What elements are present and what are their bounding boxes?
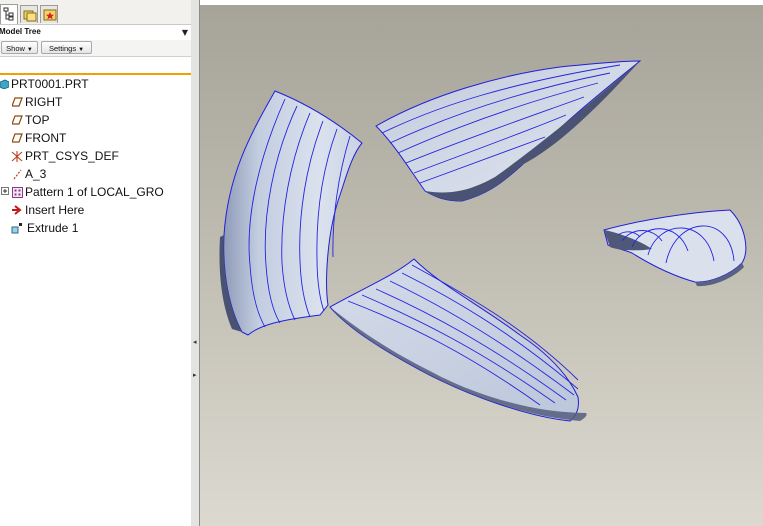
tree-item-label: PRT_CSYS_DEF <box>25 149 119 163</box>
header-dropdown-icon[interactable]: ▼ <box>182 28 188 37</box>
model-geometry <box>219 60 747 422</box>
tree-item-extrude[interactable]: Extrude 1 <box>0 219 191 237</box>
datum-plane-icon <box>12 97 23 107</box>
tree-filter-row <box>0 57 191 73</box>
navigator-tabs <box>0 0 191 25</box>
tree-item-label: Extrude 1 <box>27 221 79 235</box>
blade-top <box>375 60 642 202</box>
model-tree-title: Model Tree <box>0 27 41 36</box>
tree-icon <box>3 7 14 21</box>
chevron-down-icon: ▼ <box>26 47 33 53</box>
tree-item-top[interactable]: TOP <box>0 111 191 129</box>
model-tree-panel: Model Tree ▼ Show ▼ Settings ▼ PRT0001.PRT… <box>0 0 192 526</box>
datum-plane-icon <box>12 115 23 125</box>
model-tree-header: Model Tree ▼ <box>0 25 191 40</box>
tree-item-front[interactable]: FRONT <box>0 129 191 147</box>
tree-item-label: PRT0001.PRT <box>11 77 89 91</box>
model-tree: PRT0001.PRT RIGHT TOP FRONT PRT_CSYS_DEF <box>0 75 191 237</box>
tree-item-right[interactable]: RIGHT <box>0 93 191 111</box>
favorites-icon <box>43 9 57 21</box>
expand-right-icon[interactable]: ▸ <box>193 371 197 379</box>
tree-item-axis[interactable]: A_3 <box>0 165 191 183</box>
favorites-tab[interactable] <box>40 5 58 23</box>
settings-menu-button[interactable]: Settings ▼ <box>41 41 92 54</box>
tree-item-insert-here[interactable]: Insert Here <box>0 201 191 219</box>
expand-plus-icon[interactable] <box>1 187 9 195</box>
show-button-label: Show <box>6 44 25 53</box>
csys-icon <box>11 151 23 162</box>
tree-item-label: Pattern 1 of LOCAL_GRO <box>25 185 164 199</box>
part-icon <box>0 79 9 89</box>
insert-arrow-icon <box>12 205 22 215</box>
tree-item-label: RIGHT <box>25 95 63 109</box>
datum-axis-icon <box>13 169 22 180</box>
extrude-icon <box>11 223 22 234</box>
panel-splitter[interactable]: ◂ ▸ <box>191 0 200 526</box>
tree-item-label: FRONT <box>25 131 67 145</box>
tree-item-csys[interactable]: PRT_CSYS_DEF <box>0 147 191 165</box>
collapse-left-icon[interactable]: ◂ <box>193 338 197 346</box>
tree-item-label: A_3 <box>25 167 47 181</box>
blade-bottom <box>329 258 587 422</box>
folder-icon <box>23 10 37 22</box>
pattern-icon <box>12 187 23 198</box>
tree-item-label: TOP <box>25 113 50 127</box>
tree-item-label: Insert Here <box>25 203 85 217</box>
graphics-viewport[interactable] <box>200 5 763 526</box>
blade-left <box>219 90 363 336</box>
small-sector <box>603 209 747 287</box>
settings-button-label: Settings <box>48 44 77 53</box>
tree-item-part[interactable]: PRT0001.PRT <box>0 75 191 93</box>
model-tree-toolbar: Show ▼ Settings ▼ <box>0 40 191 57</box>
tree-item-pattern[interactable]: Pattern 1 of LOCAL_GRO <box>0 183 191 201</box>
datum-plane-icon <box>12 133 23 143</box>
show-menu-button[interactable]: Show ▼ <box>1 41 38 54</box>
folder-browser-tab[interactable] <box>20 5 38 23</box>
chevron-down-icon: ▼ <box>78 47 85 53</box>
model-tree-tab[interactable] <box>0 4 18 24</box>
